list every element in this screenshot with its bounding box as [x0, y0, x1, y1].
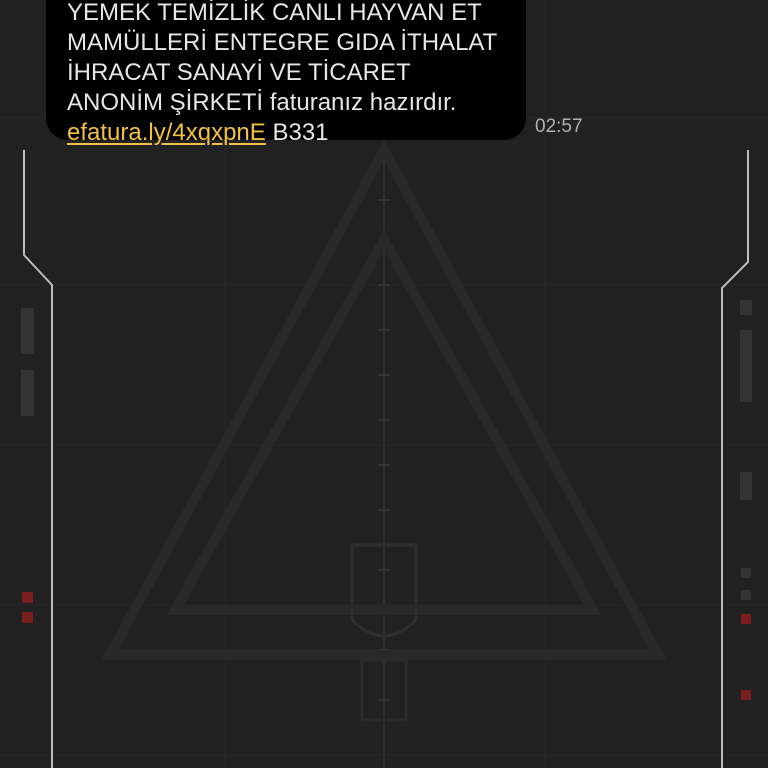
- message-text-line: MAMÜLLERİ ENTEGRE GIDA İTHALAT: [67, 29, 498, 56]
- message-text-line: İHRACAT SANAYİ VE TİCARET: [67, 59, 411, 86]
- message-link-line: efatura.ly/4xqxpnE B331: [67, 118, 526, 148]
- message-text-line: YEMEK TEMİZLİK CANLI HAYVAN ET: [67, 0, 482, 26]
- invoice-link[interactable]: efatura.ly/4xqxpnE: [67, 119, 266, 146]
- message-bubble[interactable]: YEMEK TEMİZLİK CANLI HAYVAN ET MAMÜLLERİ…: [46, 0, 526, 146]
- message-code: B331: [265, 119, 329, 146]
- message-timestamp: 02:57: [535, 116, 583, 137]
- message-text-line: ANONİM ŞİRKETİ faturanız hazırdır.: [67, 89, 457, 116]
